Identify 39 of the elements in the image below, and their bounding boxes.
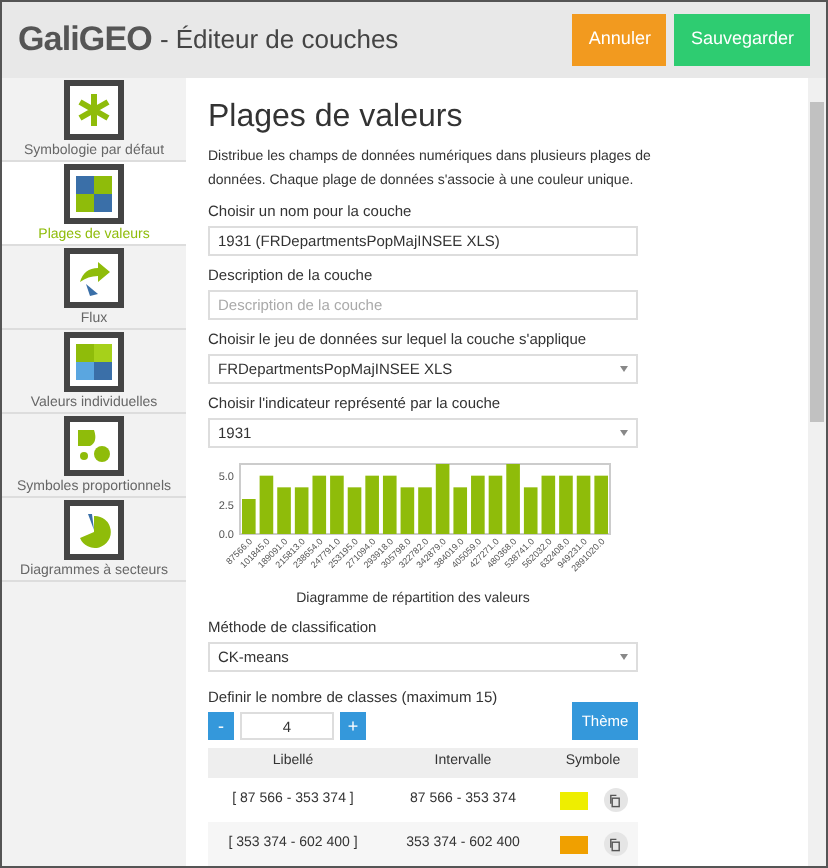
chart-bar	[488, 475, 503, 534]
chart-bar	[242, 499, 256, 534]
layer-type-icon	[64, 332, 124, 392]
section-title: Plages de valeurs	[208, 98, 465, 138]
chart-bar	[453, 487, 468, 534]
chart-bar	[400, 487, 415, 534]
chart-bar	[259, 475, 274, 534]
chart-bar	[435, 464, 450, 534]
layer-type-icon	[64, 416, 124, 476]
chart-bar	[382, 475, 397, 534]
increment-button[interactable]: +	[340, 712, 366, 740]
chart-bar	[294, 487, 309, 534]
chart-bar	[365, 475, 379, 534]
chart-bar	[312, 475, 327, 534]
decrement-button[interactable]: -	[208, 712, 234, 740]
caret-icon	[620, 654, 628, 660]
color-swatch[interactable]	[559, 791, 587, 809]
chart-bar	[523, 487, 538, 534]
chart-bar	[541, 475, 556, 534]
chart-bar	[347, 487, 362, 534]
chart-bar	[506, 464, 520, 534]
caret-icon	[620, 430, 628, 436]
chart-bar	[277, 487, 291, 534]
chart-bar	[576, 475, 591, 534]
chart-bar	[418, 487, 432, 534]
caret-icon	[620, 366, 628, 372]
layer-type-icon	[64, 248, 124, 308]
chart-bar	[594, 475, 608, 534]
copy-icon[interactable]	[603, 832, 627, 856]
window-title: - Éditeur de couches	[159, 22, 399, 59]
chart-bar	[330, 475, 344, 534]
copy-icon[interactable]	[603, 788, 627, 812]
logo: GaliGEO	[18, 18, 152, 63]
layer-type-icon	[64, 500, 124, 560]
color-swatch[interactable]	[559, 835, 587, 853]
chart-bar	[559, 475, 573, 534]
layer-type-icon	[64, 80, 124, 140]
layer-type-icon	[64, 164, 124, 224]
chart-bar	[471, 475, 485, 534]
